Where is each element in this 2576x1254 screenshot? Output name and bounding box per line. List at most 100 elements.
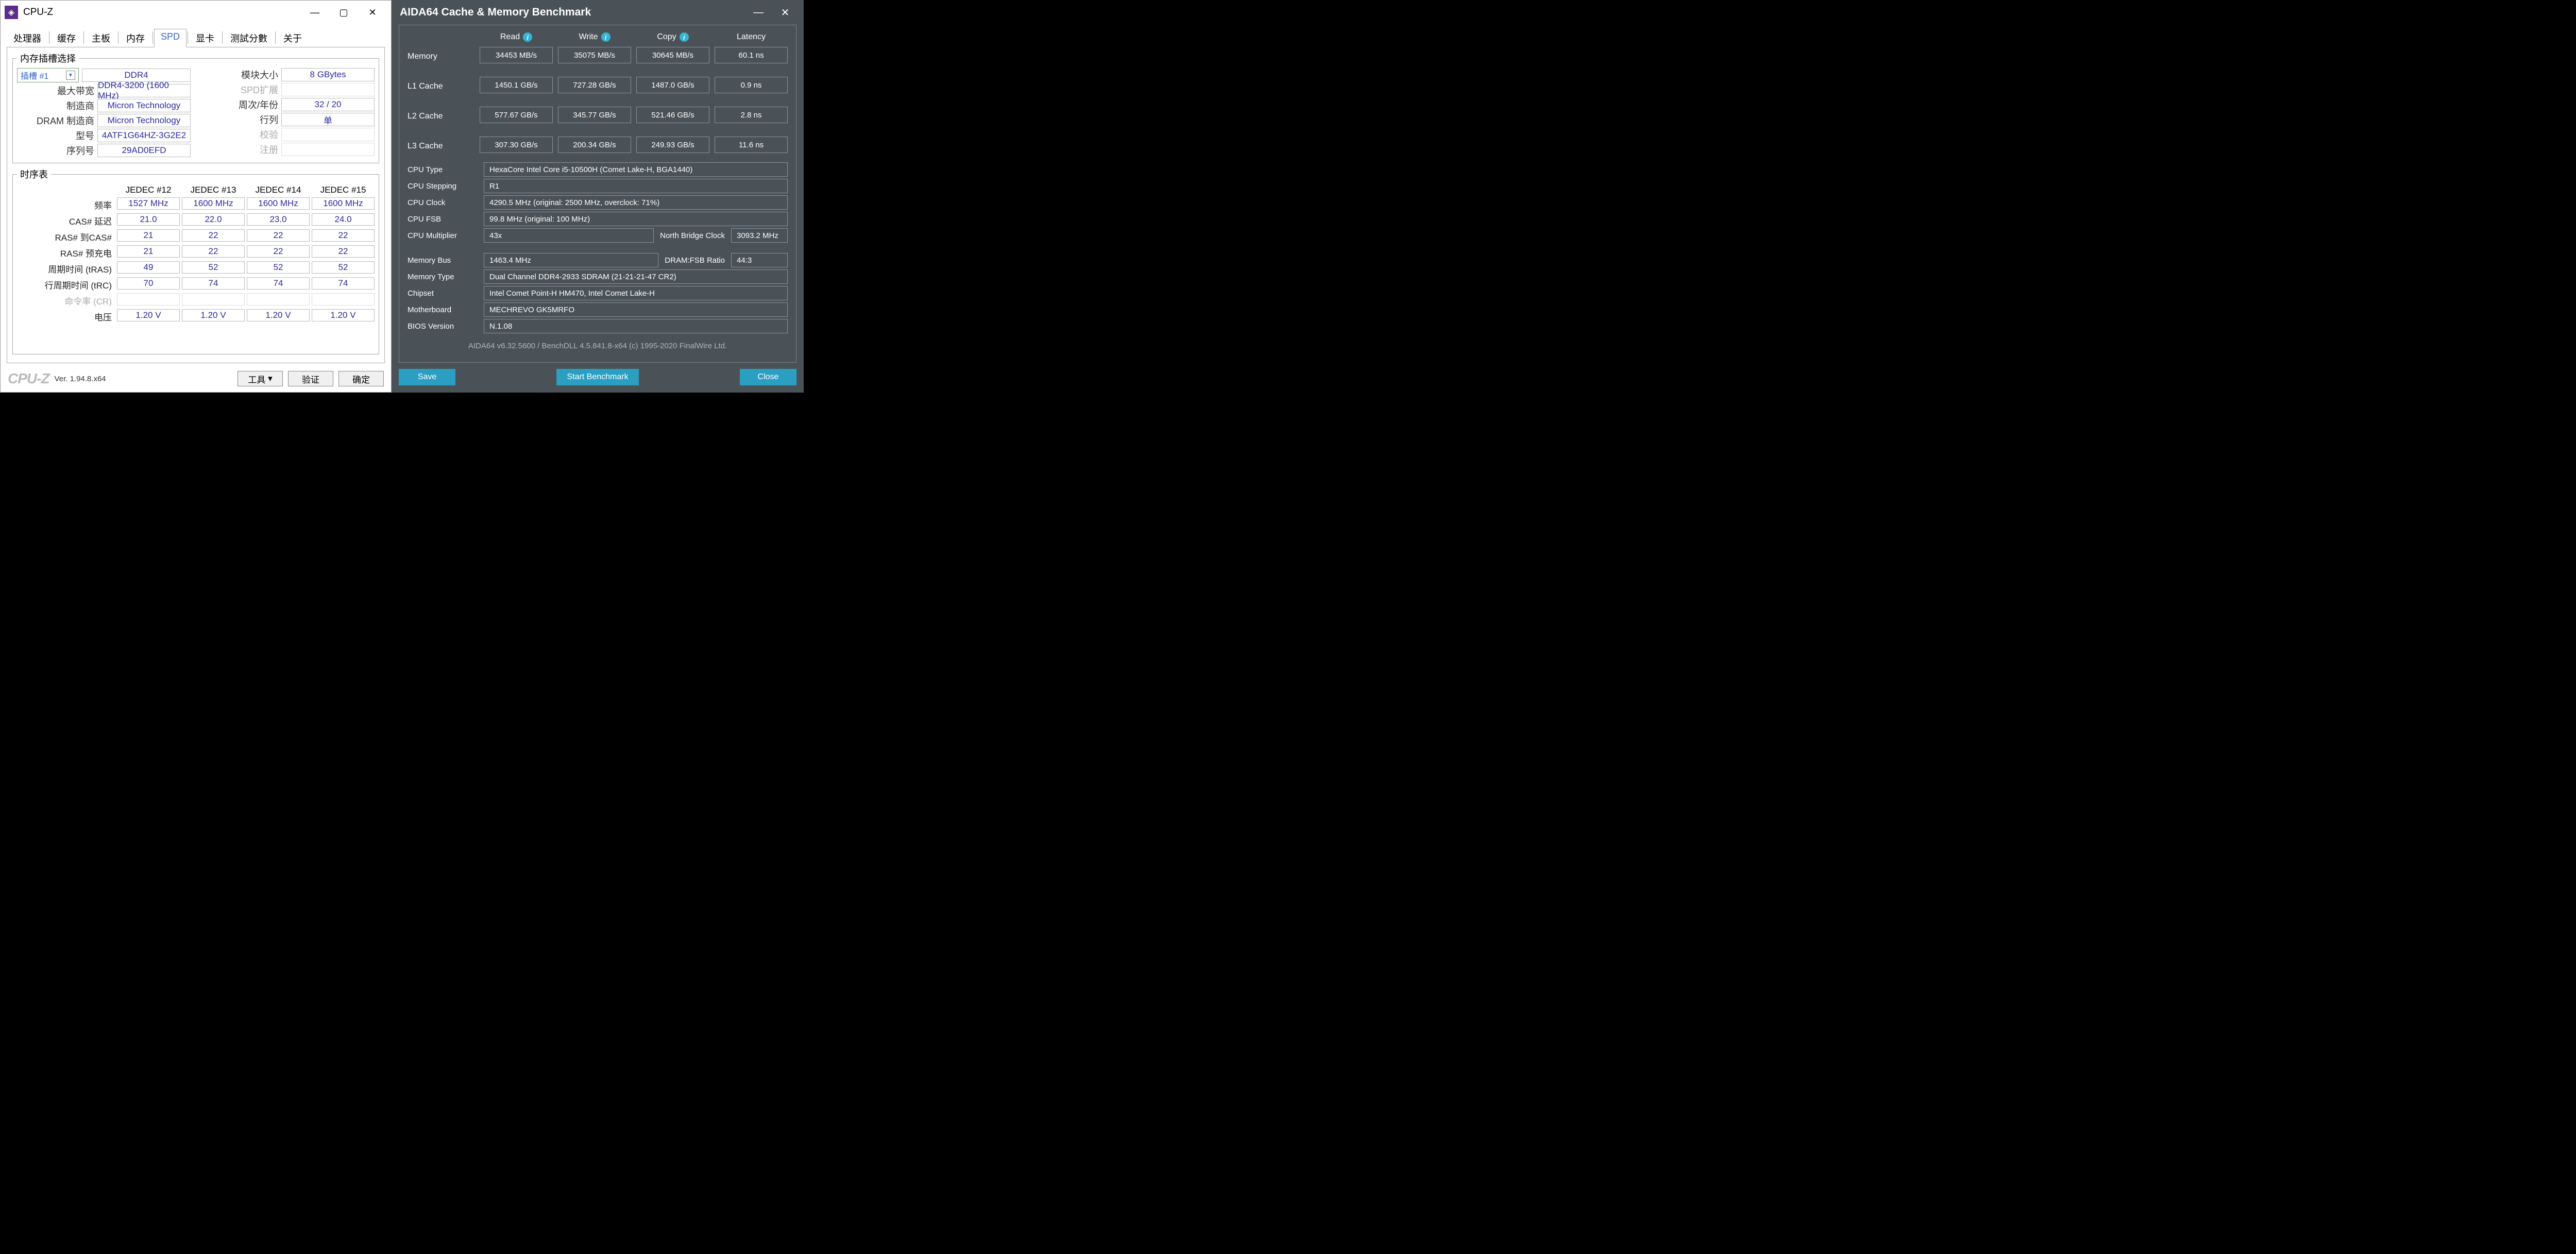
- bench-row-header: L2 Cache: [408, 107, 474, 123]
- bench-cell: 345.77 GB/s: [558, 107, 631, 123]
- aida-copyright: AIDA64 v6.32.5600 / BenchDLL 4.5.841.8-x…: [408, 342, 788, 350]
- timing-row-header: RAS# 到CAS#: [17, 229, 115, 244]
- minimize-button[interactable]: —: [300, 1, 329, 24]
- close-button[interactable]: ✕: [358, 1, 387, 24]
- timing-cell: 1.20 V: [182, 309, 245, 321]
- bench-cell: 30645 MB/s: [636, 47, 709, 63]
- aida-window: AIDA64 Cache & Memory Benchmark — ✕ Read…: [392, 0, 804, 393]
- tab-4[interactable]: SPD: [154, 29, 187, 47]
- timing-cell: 52: [247, 261, 310, 274]
- info-label: CPU FSB: [408, 212, 480, 226]
- info-value: MECHREVO GK5MRFO: [484, 302, 788, 317]
- info-label: CPU Type: [408, 162, 480, 177]
- tab-5[interactable]: 显卡: [189, 29, 221, 47]
- timing-row-header: 行周期时间 (tRC): [17, 277, 115, 292]
- minimize-button[interactable]: —: [748, 2, 769, 23]
- save-button[interactable]: Save: [399, 369, 455, 385]
- bench-row-header: L1 Cache: [408, 77, 474, 93]
- info-value: 1463.4 MHz: [484, 253, 658, 267]
- field-label: 型号: [17, 129, 94, 142]
- timing-cell: [117, 293, 180, 306]
- timing-cell: 1527 MHz: [117, 197, 180, 210]
- bench-col-header: Read i: [480, 32, 553, 42]
- field-label: 周次/年份: [201, 98, 278, 111]
- field-value: 单: [281, 113, 375, 126]
- timing-row-header: 命令率 (CR): [17, 293, 115, 308]
- bench-cell: 2.8 ns: [715, 107, 788, 123]
- timing-table-legend: 时序表: [17, 167, 51, 181]
- ok-button[interactable]: 确定: [338, 371, 384, 386]
- bench-cell: 577.67 GB/s: [480, 107, 553, 123]
- timing-table-group: 时序表 JEDEC #12JEDEC #13JEDEC #14JEDEC #15…: [12, 167, 379, 354]
- timing-cell: [247, 293, 310, 306]
- timing-row-header: 频率: [17, 197, 115, 212]
- bench-col-header: Write i: [558, 32, 631, 42]
- timing-col-header: JEDEC #13: [182, 184, 245, 196]
- field-value: Micron Technology: [97, 114, 191, 127]
- timing-cell: 1.20 V: [312, 309, 375, 321]
- info-side-value: 44:3: [731, 253, 788, 267]
- info-side-value: 3093.2 MHz: [731, 228, 788, 243]
- timing-cell: 74: [182, 277, 245, 290]
- timing-row-header: 周期时间 (tRAS): [17, 261, 115, 276]
- info-value: HexaCore Intel Core i5-10500H (Comet Lak…: [484, 162, 788, 177]
- field-label: 模块大小: [201, 68, 278, 81]
- bench-cell: 200.34 GB/s: [558, 137, 631, 153]
- benchmark-grid: Read iWrite iCopy iLatencyMemory34453 MB…: [408, 32, 788, 153]
- bench-col-header: Copy i: [636, 32, 709, 42]
- timing-cell: 1600 MHz: [182, 197, 245, 210]
- field-label: DRAM 制造商: [17, 114, 94, 127]
- cpuz-logo: CPU-Z: [8, 370, 49, 387]
- cpuz-titlebar[interactable]: ◈ CPU-Z — ▢ ✕: [1, 1, 391, 24]
- timing-cell: 70: [117, 277, 180, 290]
- tools-button[interactable]: 工具 ▾: [238, 371, 283, 386]
- field-label: 注册: [201, 143, 278, 156]
- validate-button[interactable]: 验证: [288, 371, 333, 386]
- tab-0[interactable]: 处理器: [7, 29, 48, 47]
- slot-select[interactable]: 插槽 #1▼: [17, 68, 79, 82]
- timing-cell: 21.0: [117, 213, 180, 226]
- timing-row-header: 电压: [17, 309, 115, 324]
- maximize-button[interactable]: ▢: [329, 1, 358, 24]
- field-label: 校验: [201, 128, 278, 141]
- timing-cell: 22: [247, 229, 310, 242]
- info-icon[interactable]: i: [523, 32, 532, 42]
- tab-2[interactable]: 主板: [85, 29, 117, 47]
- aida-title-text: AIDA64 Cache & Memory Benchmark: [400, 6, 591, 19]
- aida-body: Read iWrite iCopy iLatencyMemory34453 MB…: [399, 25, 796, 363]
- bench-row-header: L3 Cache: [408, 137, 474, 153]
- timing-cell: 1600 MHz: [247, 197, 310, 210]
- info-icon[interactable]: i: [601, 32, 611, 42]
- timing-cell: 22: [312, 245, 375, 258]
- info-icon[interactable]: i: [680, 32, 689, 42]
- field-value: [281, 83, 375, 96]
- bench-cell: 307.30 GB/s: [480, 137, 553, 153]
- timing-cell: 49: [117, 261, 180, 274]
- timing-col-header: JEDEC #15: [312, 184, 375, 196]
- tab-7[interactable]: 关于: [277, 29, 309, 47]
- close-button[interactable]: Close: [740, 369, 796, 385]
- info-side-label: DRAM:FSB Ratio: [663, 253, 727, 267]
- aida-footer: Save Start Benchmark Close: [392, 363, 804, 393]
- start-benchmark-button[interactable]: Start Benchmark: [556, 369, 639, 385]
- timing-cell: 1.20 V: [117, 309, 180, 321]
- aida-titlebar[interactable]: AIDA64 Cache & Memory Benchmark — ✕: [392, 0, 804, 25]
- tab-3[interactable]: 内存: [120, 29, 151, 47]
- field-value: Micron Technology: [97, 99, 191, 112]
- close-button[interactable]: ✕: [775, 2, 795, 23]
- field-value: 8 GBytes: [281, 68, 375, 81]
- tab-1[interactable]: 缓存: [50, 29, 82, 47]
- info-value: N.1.08: [484, 319, 788, 333]
- timing-cell: 23.0: [247, 213, 310, 226]
- cpuz-title-text: CPU-Z: [23, 7, 53, 18]
- bench-cell: 727.28 GB/s: [558, 77, 631, 93]
- timing-cell: 74: [312, 277, 375, 290]
- timing-cell: 1600 MHz: [312, 197, 375, 210]
- cpuz-footer: CPU-Z Ver. 1.94.8.x64 工具 ▾ 验证 确定: [1, 366, 391, 392]
- info-label: CPU Clock: [408, 195, 480, 210]
- tab-6[interactable]: 测試分數: [224, 29, 274, 47]
- timing-cell: 22.0: [182, 213, 245, 226]
- field-value: [281, 143, 375, 156]
- bench-cell: 249.93 GB/s: [636, 137, 709, 153]
- bench-cell: 521.46 GB/s: [636, 107, 709, 123]
